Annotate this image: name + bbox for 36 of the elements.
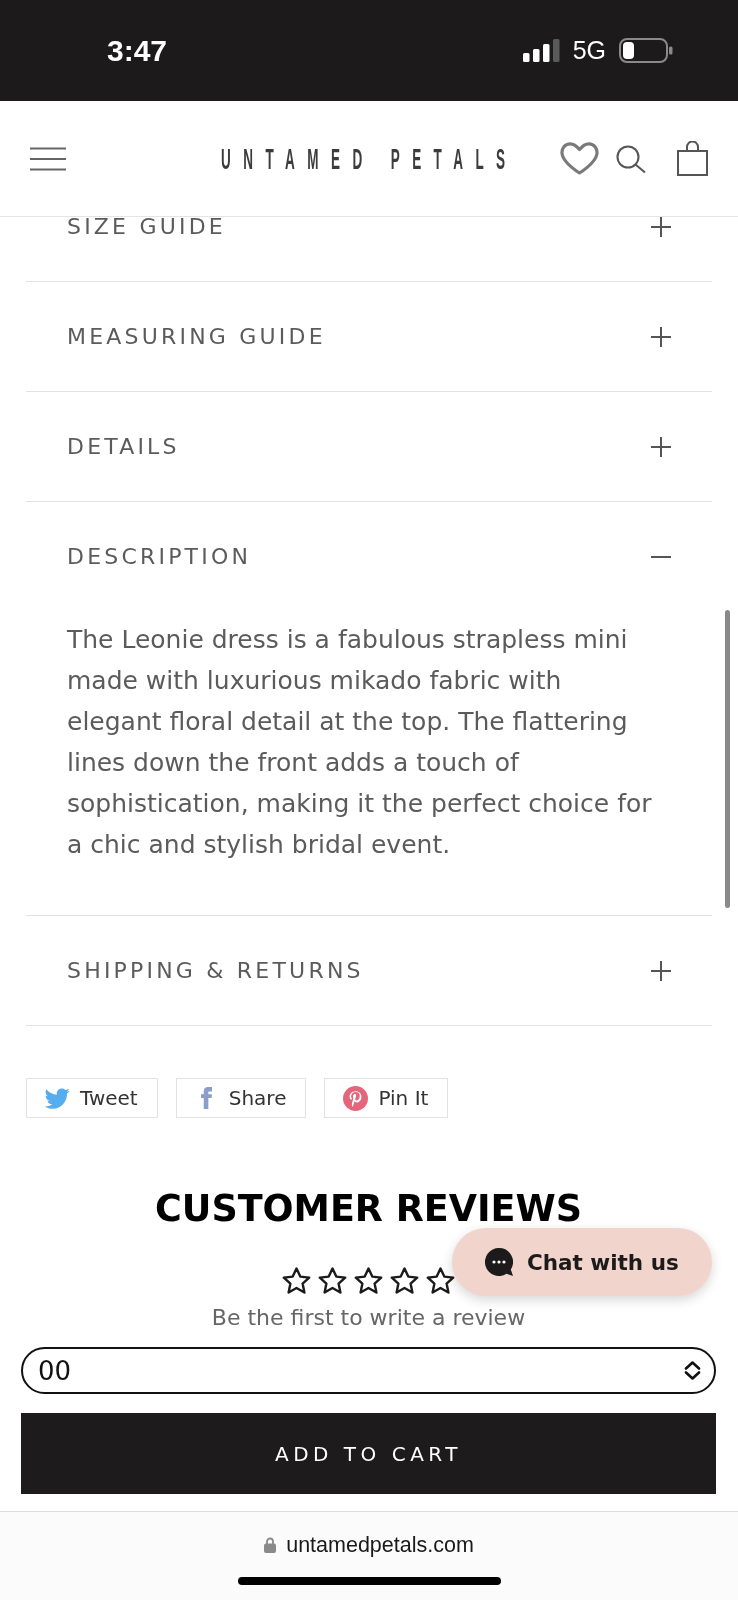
accordion-toggle[interactable]: MEASURING GUIDE <box>26 282 712 391</box>
review-prompt[interactable]: Be the first to write a review <box>21 1303 716 1333</box>
bag-icon[interactable] <box>677 141 708 176</box>
network-label: 5G <box>572 36 606 65</box>
signal-icon <box>522 39 560 62</box>
add-to-cart-button[interactable]: ADD TO CART <box>21 1413 716 1494</box>
size-select[interactable]: 00 <box>21 1347 716 1394</box>
search-icon[interactable] <box>616 144 646 173</box>
reviews-heading: CUSTOMER REVIEWS <box>153 1192 584 1226</box>
menu-icon <box>30 146 66 171</box>
logo[interactable]: UNTAMED PETALS <box>220 143 518 174</box>
pin-it-button[interactable]: Pin It <box>324 1078 449 1118</box>
chat-button[interactable]: Chat with us <box>452 1228 712 1296</box>
star-icon <box>282 1267 311 1295</box>
pin-circle-icon <box>343 1085 369 1111</box>
status-time: 3:47 <box>107 33 168 68</box>
chevron-up-down-icon <box>683 1361 702 1380</box>
letter-f-icon <box>200 1087 212 1109</box>
menu-button[interactable] <box>30 146 66 171</box>
chat-bubble-icon <box>485 1248 513 1276</box>
star-icon <box>318 1267 347 1295</box>
star-icon <box>390 1267 419 1295</box>
lock-icon <box>264 1537 277 1553</box>
star-icon <box>354 1267 383 1295</box>
accordion-toggle[interactable]: SIZE GUIDE <box>26 217 712 281</box>
bird-icon <box>45 1087 70 1109</box>
accordion-toggle[interactable]: DESCRIPTION <box>26 502 712 611</box>
battery-icon <box>619 38 673 63</box>
tweet-button[interactable]: Tweet <box>26 1078 158 1118</box>
accordion-toggle[interactable]: SHIPPING & RETURNS <box>26 916 712 1025</box>
product-description: The Leonie dress is a fabulous strapless mini made with luxurious mikado fabric with elegant floral detail at the top. The flattering lines down the front adds a touch of sophistication, making it the perfect choice for a chic and stylish bridal event. <box>67 624 653 861</box>
url-text[interactable]: untamedpetals.com <box>286 1532 474 1558</box>
accordion-toggle[interactable]: DETAILS <box>26 392 712 501</box>
star-icon <box>426 1267 455 1295</box>
share-button[interactable]: Share <box>175 1078 307 1118</box>
heart-icon[interactable] <box>560 142 599 175</box>
